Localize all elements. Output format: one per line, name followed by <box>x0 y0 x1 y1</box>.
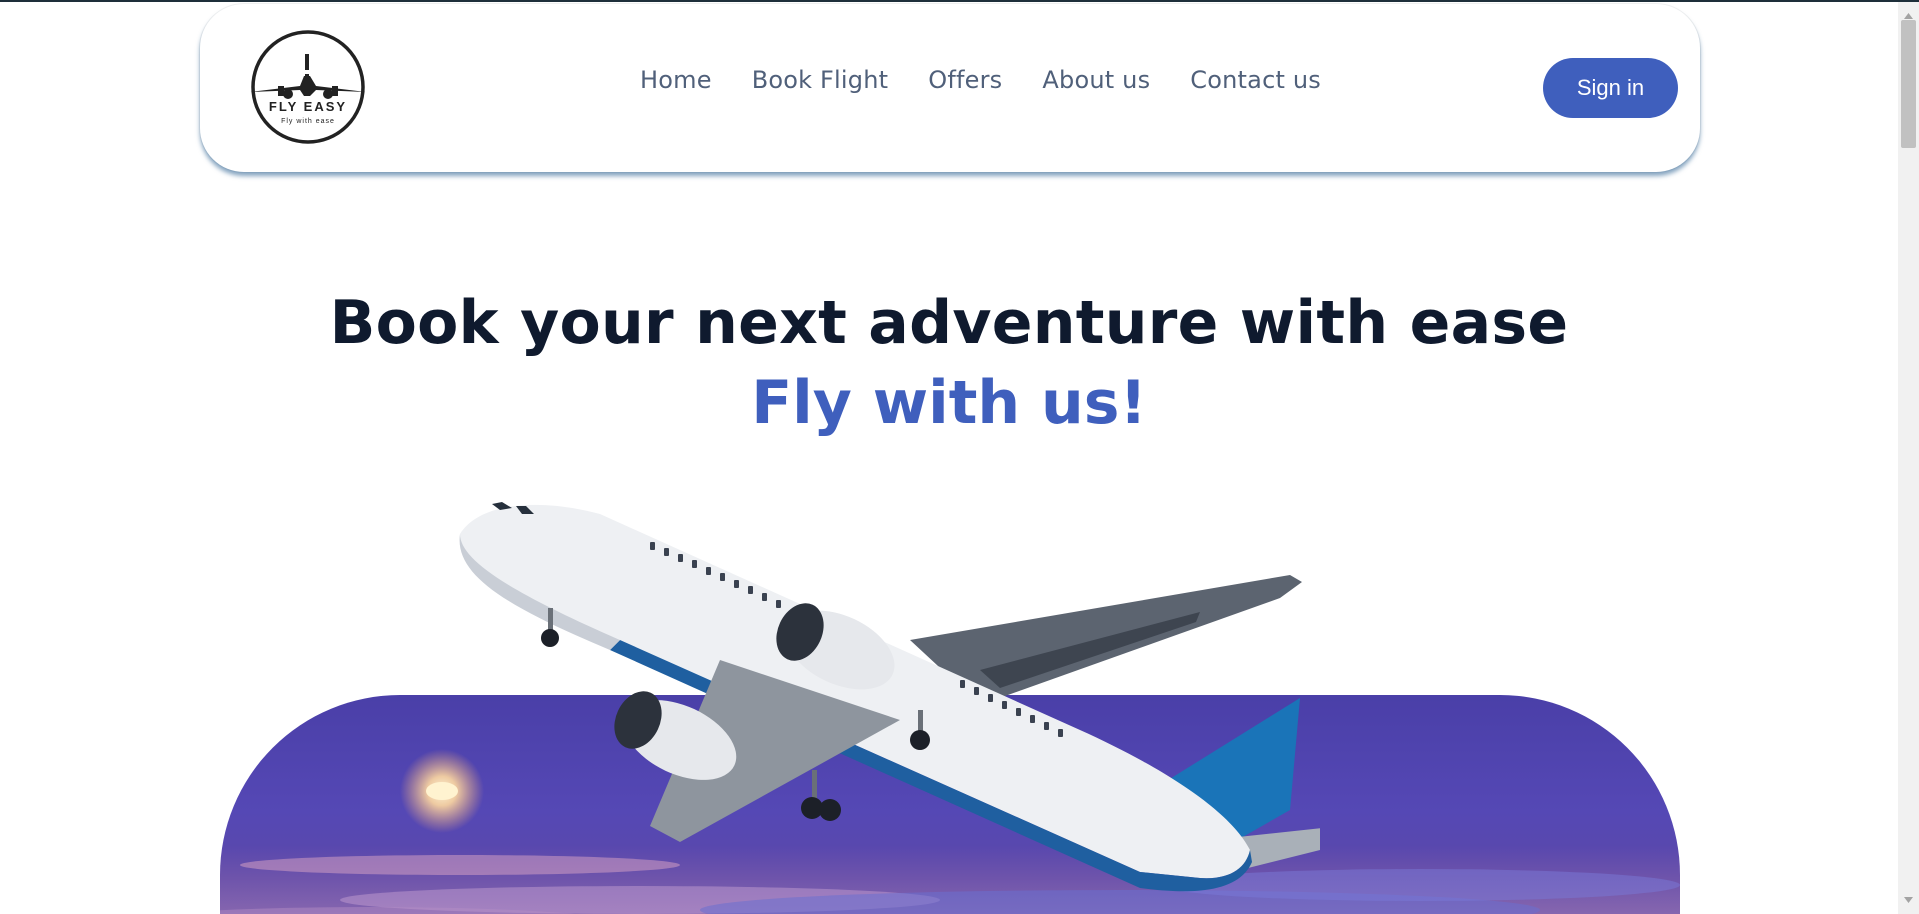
scroll-up-arrow-icon[interactable] <box>1898 2 1919 19</box>
nav-about-us[interactable]: About us <box>1042 66 1150 94</box>
vertical-scrollbar[interactable] <box>1898 2 1919 914</box>
hero-subtitle: Fly with us! <box>751 368 1147 438</box>
nav-home[interactable]: Home <box>640 66 712 94</box>
page: FLY EASY Fly with ease Home Book Flight … <box>0 0 1898 914</box>
nav-contact-us[interactable]: Contact us <box>1190 66 1321 94</box>
brand-tagline: Fly with ease <box>281 118 335 125</box>
brand-logo[interactable]: FLY EASY Fly with ease <box>246 26 371 148</box>
navbar: FLY EASY Fly with ease Home Book Flight … <box>200 4 1700 172</box>
hero-title: Book your next adventure with ease <box>329 288 1569 358</box>
scrollbar-thumb[interactable] <box>1901 20 1916 148</box>
airplane-image <box>440 490 1398 914</box>
main-nav: Home Book Flight Offers About us Contact… <box>640 66 1321 94</box>
nav-book-flight[interactable]: Book Flight <box>752 66 889 94</box>
brand-name: FLY EASY <box>269 99 347 114</box>
nav-offers[interactable]: Offers <box>928 66 1002 94</box>
scroll-down-arrow-icon[interactable] <box>1898 897 1919 914</box>
airplane-logo-icon: FLY EASY Fly with ease <box>250 30 366 144</box>
sign-in-button[interactable]: Sign in <box>1543 58 1678 118</box>
